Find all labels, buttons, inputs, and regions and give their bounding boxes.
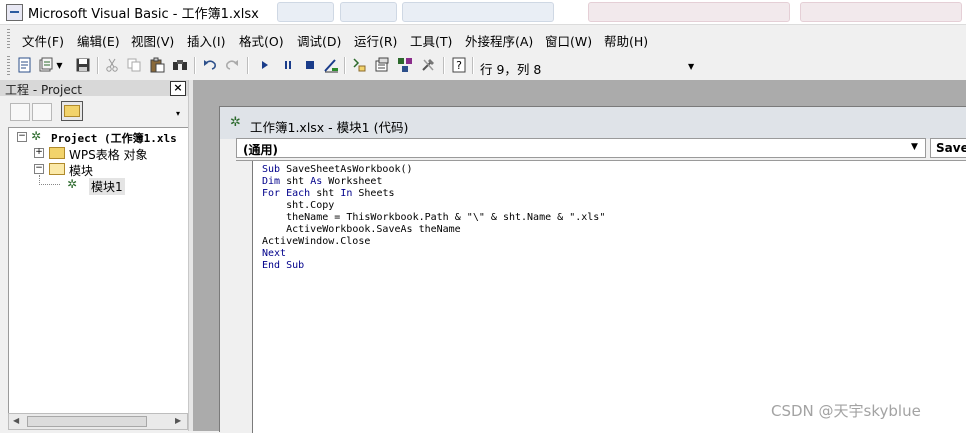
view-code-button[interactable] <box>10 103 30 121</box>
design-mode-icon[interactable] <box>322 56 340 74</box>
object-dropdown-value: (通用) <box>243 143 278 157</box>
project-pane-title: 工程 - Project <box>5 83 83 97</box>
toolbar-grip[interactable] <box>7 56 10 76</box>
code-line[interactable]: For Each sht In Sheets <box>262 188 605 200</box>
code-line[interactable]: Dim sht As Worksheet <box>262 176 605 188</box>
scroll-right-icon[interactable]: ▶ <box>175 416 181 425</box>
code-line[interactable]: End Sub <box>262 260 605 272</box>
sheet-objects-label: WPS表格 对象 <box>69 148 148 162</box>
module-icon: ✲ <box>230 115 241 130</box>
save-icon[interactable] <box>74 56 92 74</box>
view-excel-icon[interactable] <box>16 56 34 74</box>
menu-view[interactable]: 视图(V) <box>131 31 174 50</box>
menu-window[interactable]: 窗口(W) <box>545 31 592 50</box>
code-line[interactable]: ActiveWorkbook.SaveAs theName <box>262 224 605 236</box>
menu-edit[interactable]: 编辑(E) <box>77 31 120 50</box>
background-tab <box>588 2 790 22</box>
menu-insert[interactable]: 插入(I) <box>187 31 225 50</box>
code-line[interactable]: theName = ThisWorkbook.Path & "\" & sht.… <box>262 212 605 224</box>
project-pane-close-button[interactable]: × <box>170 81 186 96</box>
scroll-left-icon[interactable]: ◀ <box>13 416 19 425</box>
project-explorer-pane: 工程 - Project × ▾ − ✲ Project (工作簿1.xls +… <box>0 80 190 431</box>
procedure-dropdown[interactable]: SaveS <box>930 138 966 158</box>
menu-format[interactable]: 格式(O) <box>239 31 284 50</box>
object-browser-icon[interactable] <box>396 56 414 74</box>
reset-icon[interactable] <box>301 56 319 74</box>
scrollbar-thumb[interactable] <box>27 416 147 427</box>
toolbox-icon[interactable] <box>419 56 437 74</box>
properties-icon[interactable] <box>373 56 391 74</box>
menu-tools[interactable]: 工具(T) <box>410 31 452 50</box>
code-line[interactable]: Next <box>262 248 605 260</box>
code-window-title: 工作簿1.xlsx - 模块1 (代码) <box>250 120 409 135</box>
menu-debug[interactable]: 调试(D) <box>297 31 341 50</box>
toolbar-separator <box>472 57 474 74</box>
toggle-folders-button[interactable] <box>61 101 83 121</box>
open-folder-icon <box>49 163 65 175</box>
toolbar-options-chevron-icon[interactable]: ▼ <box>688 62 694 71</box>
breakpoint-margin[interactable] <box>236 161 253 433</box>
copy-icon[interactable] <box>125 56 143 74</box>
code-window: ✲ 工作簿1.xlsx - 模块1 (代码) (通用) ▼ SaveS Sub … <box>219 106 966 433</box>
collapse-icon[interactable]: − <box>34 164 44 174</box>
project-horizontal-scrollbar[interactable]: ◀ ▶ <box>8 413 188 430</box>
window-title-bar: Microsoft Visual Basic - 工作簿1.xlsx <box>0 0 966 25</box>
menu-addins[interactable]: 外接程序(A) <box>465 31 533 50</box>
toolbar-separator <box>344 57 346 74</box>
toolbar-separator <box>247 57 249 74</box>
cursor-position: 行 9，列 8 <box>480 62 542 77</box>
background-tab <box>800 2 962 22</box>
module-icon: ✲ <box>67 177 78 191</box>
expand-icon[interactable]: + <box>34 148 44 158</box>
project-pane-toolbar: ▾ <box>0 97 188 125</box>
toolbar-separator <box>194 57 196 74</box>
window-title: Microsoft Visual Basic - 工作簿1.xlsx <box>28 7 259 22</box>
code-line[interactable]: sht.Copy <box>262 200 605 212</box>
vba-project-icon: ✲ <box>31 129 42 143</box>
project-label: Project (工作簿1.xls <box>51 132 177 145</box>
chevron-down-icon[interactable]: ▼ <box>911 142 918 152</box>
menu-bar: 文件(F) 编辑(E) 视图(V) 插入(I) 格式(O) 调试(D) 运行(R… <box>0 25 966 52</box>
procedure-dropdown-value: SaveS <box>936 141 966 155</box>
insert-module-icon[interactable]: ▼ <box>38 56 64 74</box>
paste-icon[interactable] <box>148 56 166 74</box>
break-icon[interactable] <box>279 56 297 74</box>
standard-toolbar: ▼ ? 行 9，列 8 ▼ <box>0 52 966 81</box>
code-editor[interactable]: Sub SaveSheetAsWorkbook() Dim sht As Work… <box>236 160 966 433</box>
project-explorer-icon[interactable] <box>350 56 368 74</box>
project-pane-title-bar: 工程 - Project × <box>0 80 188 97</box>
dropdown-chevron-icon[interactable]: ▾ <box>176 109 180 118</box>
menubar-grip[interactable] <box>7 29 10 48</box>
tree-connector <box>39 175 60 185</box>
view-object-button[interactable] <box>32 103 52 121</box>
toolbar-separator <box>443 57 445 74</box>
menu-file[interactable]: 文件(F) <box>22 31 64 50</box>
svg-text:?: ? <box>456 59 462 72</box>
folder-icon <box>49 147 65 159</box>
cut-icon[interactable] <box>103 56 121 74</box>
background-tab <box>277 2 334 22</box>
undo-icon[interactable] <box>201 56 219 74</box>
redo-icon[interactable] <box>223 56 241 74</box>
menu-help[interactable]: 帮助(H) <box>604 31 648 50</box>
project-tree: − ✲ Project (工作簿1.xls + WPS表格 对象 − 模块 ✲ … <box>8 127 190 415</box>
code-line[interactable]: ActiveWindow.Close <box>262 236 605 248</box>
help-icon[interactable]: ? <box>450 56 468 74</box>
find-icon[interactable] <box>171 56 189 74</box>
code-text[interactable]: Sub SaveSheetAsWorkbook() Dim sht As Work… <box>262 164 605 272</box>
background-tab <box>402 2 554 22</box>
module1-label: 模块1 <box>89 178 125 195</box>
toolbar-separator <box>97 57 99 74</box>
background-tab <box>340 2 397 22</box>
collapse-icon[interactable]: − <box>17 132 27 142</box>
vba-app-icon <box>6 4 23 21</box>
run-icon[interactable] <box>256 56 274 74</box>
object-dropdown[interactable]: (通用) ▼ <box>236 138 926 158</box>
code-line[interactable]: Sub SaveSheetAsWorkbook() <box>262 164 605 176</box>
code-window-title-bar[interactable]: ✲ 工作簿1.xlsx - 模块1 (代码) <box>220 107 966 139</box>
menu-run[interactable]: 运行(R) <box>354 31 397 50</box>
folder-icon <box>64 105 80 117</box>
watermark: CSDN @天宇skyblue <box>771 402 921 420</box>
